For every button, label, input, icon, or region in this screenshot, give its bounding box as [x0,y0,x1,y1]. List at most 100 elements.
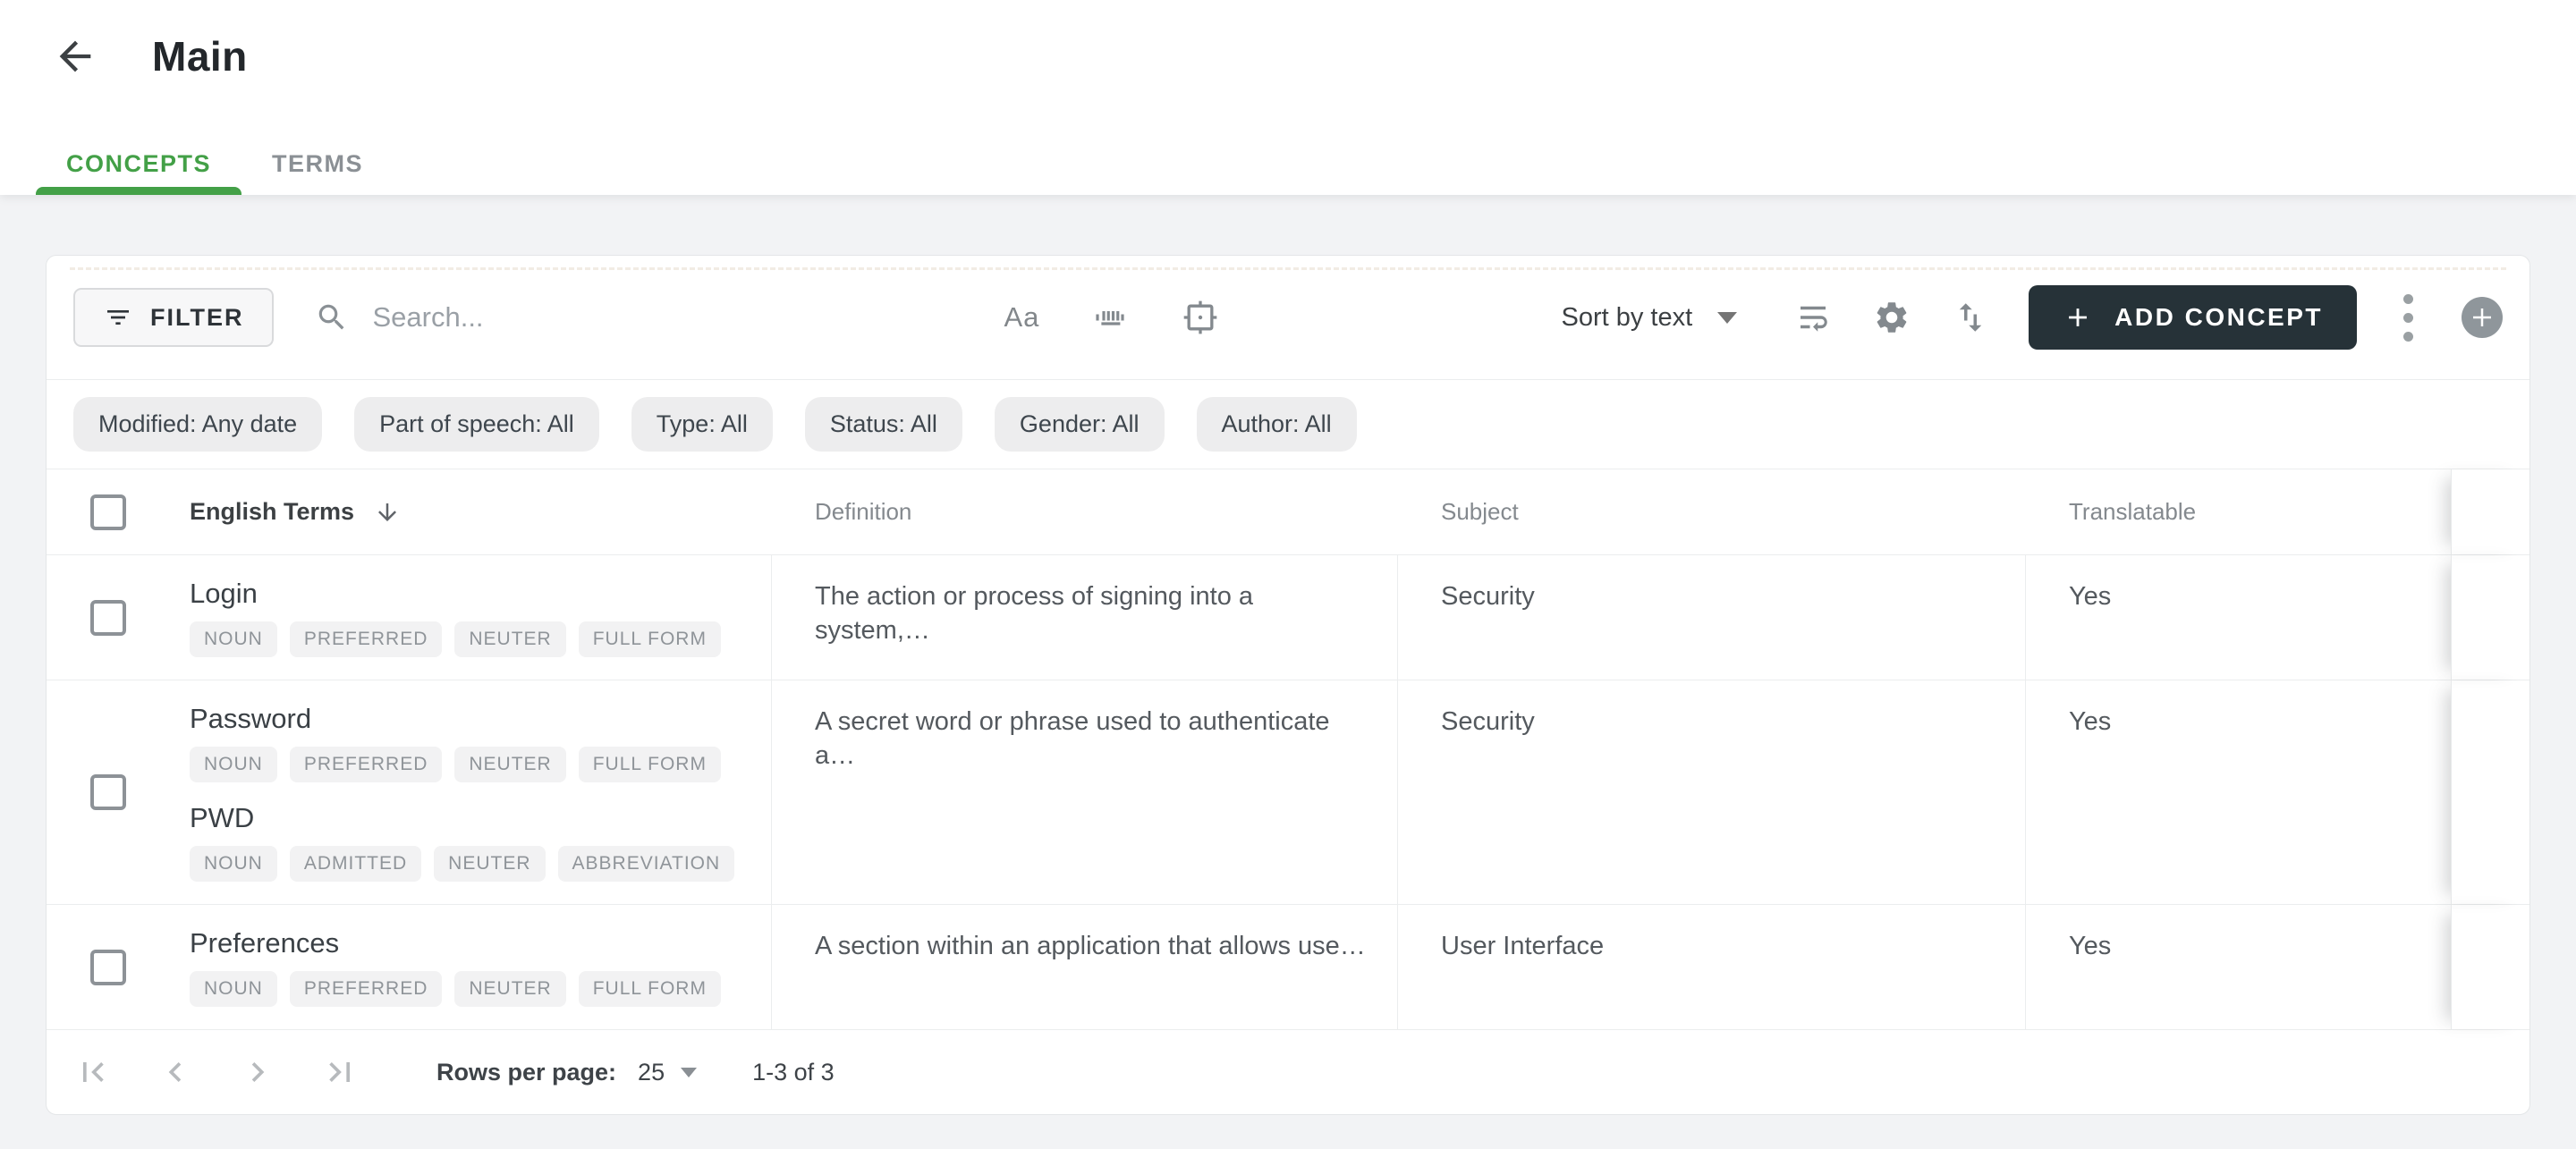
plus-circle-icon [2469,304,2496,331]
term-badge: ADMITTED [289,846,422,882]
pinned-column-spacer [2451,555,2529,680]
table-body: Login NOUN PREFERRED NEUTER FULL FORM The act… [47,554,2529,1029]
swap-vertical-icon[interactable] [1952,299,1989,336]
pinned-column-spacer [2451,680,2529,904]
filter-chip[interactable]: Modified: Any date [73,397,323,452]
tab-bar: CONCEPTS TERMS [36,132,394,195]
term-badge: FULL FORM [578,747,721,782]
term-badge: FULL FORM [578,971,721,1007]
term-text: PWD [190,802,255,833]
term-badge: ABBREVIATION [557,846,735,882]
settings-gear-icon[interactable] [1873,299,1911,336]
column-header-subject[interactable]: Subject [1397,498,2025,526]
search-input[interactable] [372,301,1004,334]
filter-chip[interactable]: Part of speech: All [354,397,599,452]
first-page-button[interactable] [73,1052,113,1092]
filter-button-label: FILTER [150,303,244,331]
term-badge: PREFERRED [289,971,443,1007]
filter-chip[interactable]: Author: All [1196,397,1357,452]
term-badge: NEUTER [434,846,546,882]
table-row[interactable]: Preferences NOUN PREFERRED NEUTER FULL FORM A… [47,904,2529,1029]
first-page-icon [73,1052,113,1092]
term-badge: NEUTER [454,621,566,657]
term-badge: FULL FORM [578,621,721,657]
translatable-cell: Yes [2025,680,2451,904]
terms-cell: Login NOUN PREFERRED NEUTER FULL FORM [190,555,771,680]
arrow-back-icon [52,33,98,80]
table-row[interactable]: Login NOUN PREFERRED NEUTER FULL FORM The act… [47,554,2529,680]
term-badge: NEUTER [454,747,566,782]
plus-icon [2063,302,2093,333]
next-page-button[interactable] [238,1052,277,1092]
more-options-button[interactable] [2398,289,2419,347]
match-case-icon[interactable]: Aa [1004,301,1039,334]
pagination-bar: Rows per page: 25 1-3 of 3 [47,1029,2529,1114]
term-badge: NOUN [190,621,277,657]
top-header: Main CONCEPTS TERMS [0,0,2576,195]
last-page-button[interactable] [320,1052,360,1092]
subject-cell: User Interface [1397,905,2025,1029]
pinned-column-spacer [2451,905,2529,1029]
sort-arrow-down-icon [374,499,401,526]
row-checkbox[interactable] [90,599,126,636]
view-options [1794,299,1989,336]
term-badge: NOUN [190,971,277,1007]
filter-list-icon [104,303,132,332]
chevron-left-icon [156,1052,195,1092]
tab-concepts-label: CONCEPTS [66,149,212,177]
page-title: Main [152,33,248,80]
term-badge: NEUTER [454,971,566,1007]
quick-add-button[interactable] [2462,297,2503,338]
sort-select-label: Sort by text [1561,302,1693,332]
table-row[interactable]: Password NOUN PREFERRED NEUTER FULL FORM PWD N… [47,680,2529,904]
add-concept-label: ADD CONCEPT [2114,303,2323,331]
tab-terms-label: TERMS [272,149,364,177]
term-badge: NOUN [190,846,277,882]
subject-cell: Security [1397,680,2025,904]
kebab-menu-icon [2403,293,2413,342]
column-header-english-terms[interactable]: English Terms [190,498,354,526]
chevron-right-icon [238,1052,277,1092]
row-checkbox[interactable] [90,949,126,985]
focus-area-icon[interactable] [1181,298,1220,337]
toolbar: FILTER Aa [47,256,2529,379]
barcode-icon[interactable] [1091,299,1129,336]
active-tab-indicator [36,187,242,195]
pinned-column-spacer [2451,469,2529,554]
select-all-checkbox[interactable] [90,494,126,530]
tab-concepts[interactable]: CONCEPTS [36,132,242,195]
terms-cell: Preferences NOUN PREFERRED NEUTER FULL FORM [190,905,771,1029]
add-concept-button[interactable]: ADD CONCEPT [2029,285,2357,350]
term-badge: PREFERRED [289,747,443,782]
wrap-text-icon[interactable] [1794,299,1832,336]
concepts-card: FILTER Aa [46,255,2530,1115]
column-header-definition[interactable]: Definition [771,498,1397,526]
rows-per-page-value[interactable]: 25 [638,1059,665,1086]
rows-per-page-caret-icon[interactable] [681,1067,698,1077]
filter-chip[interactable]: Gender: All [994,397,1165,452]
rows-per-page-label: Rows per page: [436,1058,617,1086]
translatable-cell: Yes [2025,905,2451,1029]
chevron-down-icon [1717,311,1738,324]
previous-page-button[interactable] [156,1052,195,1092]
definition-cell: A secret word or phrase used to authenti… [771,680,1397,904]
term-badge: NOUN [190,747,277,782]
definition-cell: The action or process of signing into a … [771,555,1397,680]
back-button[interactable] [52,33,98,80]
terms-cell: Password NOUN PREFERRED NEUTER FULL FORM PWD N… [190,680,771,904]
column-header-translatable[interactable]: Translatable [2025,498,2451,526]
term-text: Password [190,703,312,734]
last-page-icon [320,1052,360,1092]
subject-cell: Security [1397,555,2025,680]
sort-select[interactable]: Sort by text [1561,302,1738,333]
filter-chip[interactable]: Status: All [804,397,962,452]
term-text: Login [190,578,258,609]
filter-button[interactable]: FILTER [73,288,275,347]
row-checkbox[interactable] [90,774,126,810]
definition-cell: A section within an application that all… [771,905,1397,1029]
page-range-label: 1-3 of 3 [752,1058,835,1086]
table-header: English Terms Definition Subject Transla… [47,469,2529,554]
search-options: Aa [1004,298,1220,337]
tab-terms[interactable]: TERMS [242,132,394,195]
filter-chip[interactable]: Type: All [631,397,773,452]
